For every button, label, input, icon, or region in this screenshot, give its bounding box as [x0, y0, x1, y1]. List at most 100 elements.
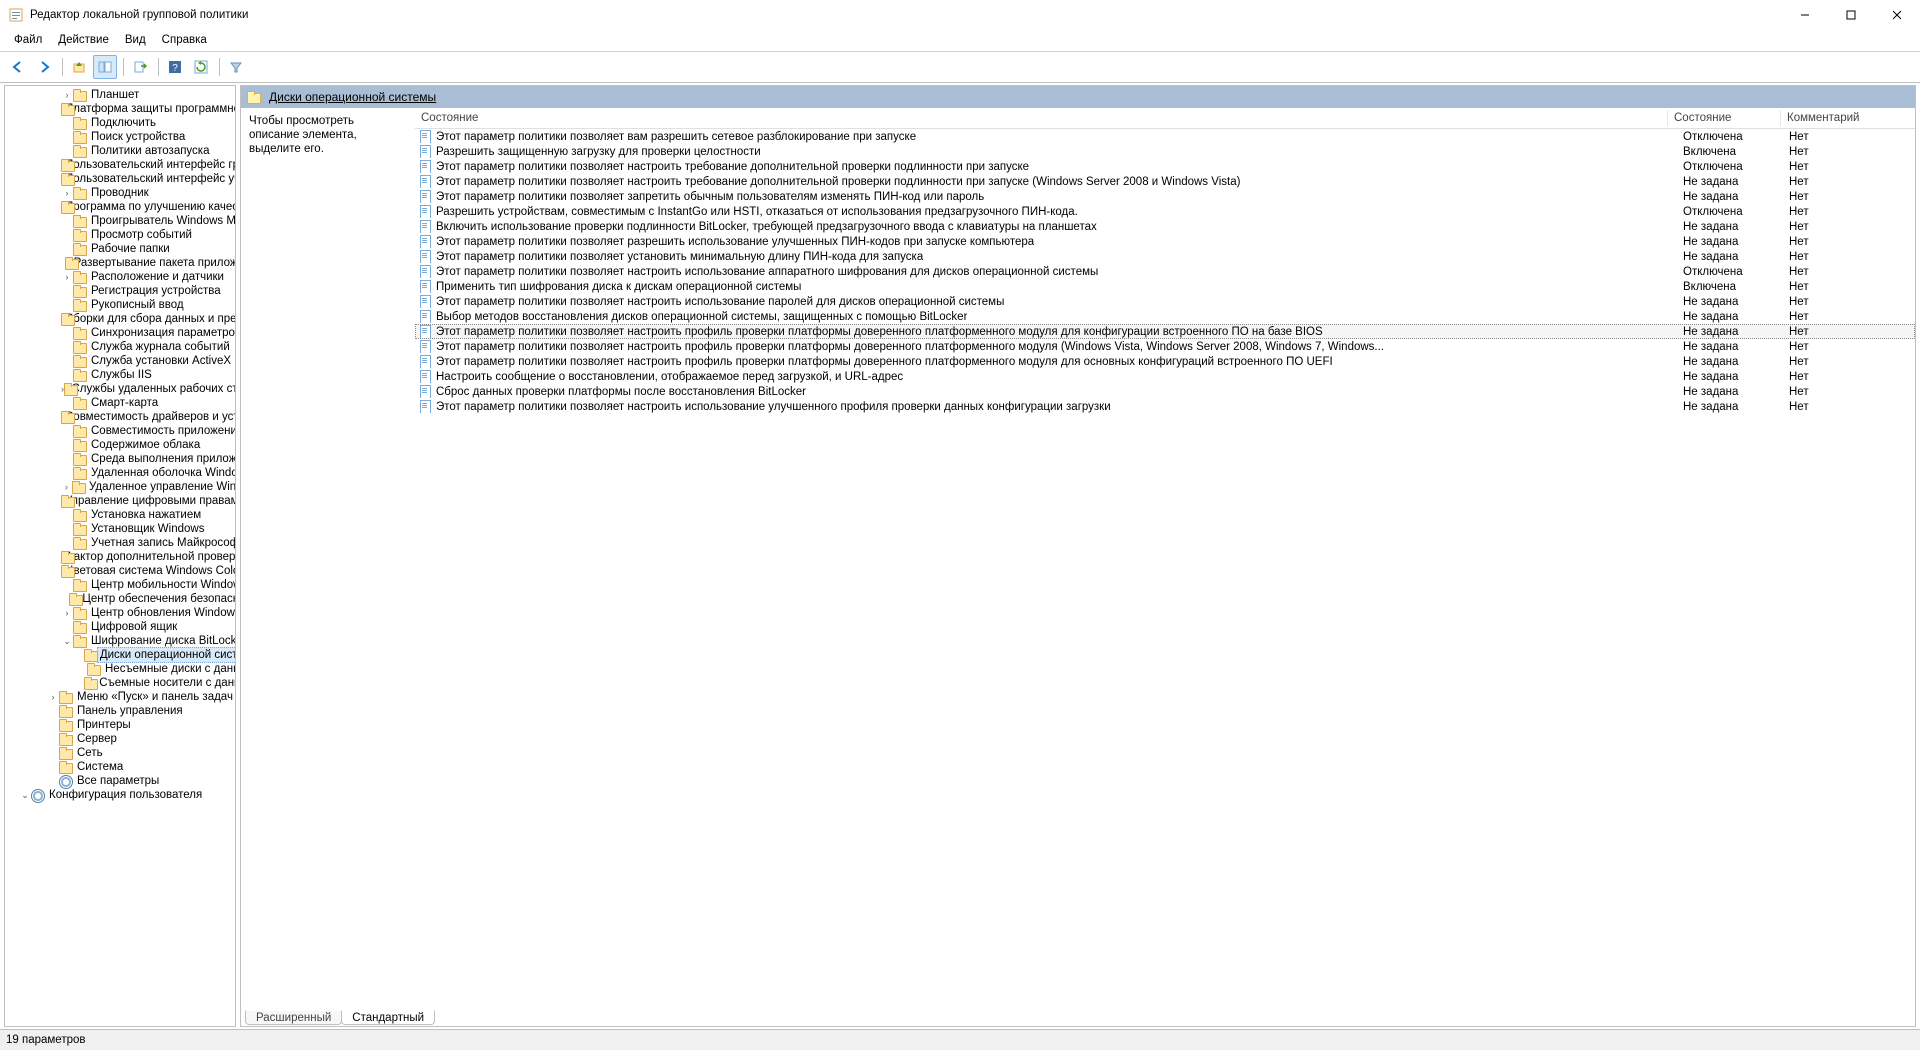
tree-node[interactable]: Служба установки ActiveX — [5, 354, 235, 368]
menu-file[interactable]: Файл — [6, 33, 50, 47]
tree-node[interactable]: Конфигурация пользователя — [5, 788, 235, 802]
tree-node[interactable]: Службы IIS — [5, 368, 235, 382]
tree-node[interactable]: Развертывание пакета приложения — [5, 256, 235, 270]
tree-node[interactable]: Принтеры — [5, 718, 235, 732]
list-row[interactable]: Этот параметр политики позволяет настрои… — [415, 294, 1915, 309]
list-row[interactable]: Разрешить защищенную загрузку для провер… — [415, 144, 1915, 159]
tree-label: Смарт-карта — [89, 396, 158, 410]
tree-node[interactable]: Панель управления — [5, 704, 235, 718]
export-button[interactable] — [128, 55, 152, 79]
chevron-right-icon[interactable] — [61, 270, 73, 284]
list-row[interactable]: Выбор методов восстановления дисков опер… — [415, 309, 1915, 324]
menu-view[interactable]: Вид — [117, 33, 154, 47]
maximize-button[interactable] — [1828, 0, 1874, 30]
tree-node[interactable]: Диски операционной системы — [5, 648, 235, 662]
tree-node[interactable]: Поиск устройства — [5, 130, 235, 144]
col-setting[interactable]: Состояние — [415, 110, 1668, 126]
tree-node[interactable]: Синхронизация параметров — [5, 326, 235, 340]
tree-node[interactable]: Просмотр событий — [5, 228, 235, 242]
tree-node[interactable]: Сервер — [5, 732, 235, 746]
tree-node[interactable]: Несъемные диски с данными — [5, 662, 235, 676]
list-row[interactable]: Этот параметр политики позволяет установ… — [415, 249, 1915, 264]
col-state[interactable]: Состояние — [1668, 110, 1781, 126]
list-row[interactable]: Настроить сообщение о восстановлении, от… — [415, 369, 1915, 384]
close-button[interactable] — [1874, 0, 1920, 30]
tree-node[interactable]: Среда выполнения приложения — [5, 452, 235, 466]
tree-node[interactable]: Службы удаленных рабочих столов — [5, 382, 235, 396]
tree-node[interactable]: Удаленное управление Windows — [5, 480, 235, 494]
tree-node[interactable]: Сборки для сбора данных и предварительны… — [5, 312, 235, 326]
tree-node[interactable]: Политики автозапуска — [5, 144, 235, 158]
menu-help[interactable]: Справка — [154, 33, 215, 47]
tree-node[interactable]: Учетная запись Майкрософт — [5, 536, 235, 550]
chevron-down-icon[interactable] — [19, 788, 31, 802]
list-row[interactable]: Разрешить устройствам, совместимым с Ins… — [415, 204, 1915, 219]
tree-node[interactable]: Платформа защиты программного обеспечени… — [5, 102, 235, 116]
list-row[interactable]: Включить использование проверки подлинно… — [415, 219, 1915, 234]
tree-node[interactable]: Регистрация устройства — [5, 284, 235, 298]
tree-node[interactable]: Управление цифровыми правами Windows Med… — [5, 494, 235, 508]
chevron-right-icon[interactable] — [61, 88, 73, 102]
tree-node[interactable]: Совместимость драйверов и устройств — [5, 410, 235, 424]
tree-node[interactable]: Совместимость приложений — [5, 424, 235, 438]
tree-node[interactable]: Пользовательский интерфейс граничного се… — [5, 158, 235, 172]
tree-node[interactable]: Цветовая система Windows Color System — [5, 564, 235, 578]
col-comment[interactable]: Комментарий — [1781, 110, 1915, 126]
list-row[interactable]: Этот параметр политики позволяет настрои… — [415, 324, 1915, 339]
tree-node[interactable]: Установщик Windows — [5, 522, 235, 536]
tree-node[interactable]: Рабочие папки — [5, 242, 235, 256]
tree-node[interactable]: Сеть — [5, 746, 235, 760]
tree-node[interactable]: Съемные носители с данными — [5, 676, 235, 690]
tree-node[interactable]: Пользовательский интерфейс учетных данны… — [5, 172, 235, 186]
minimize-button[interactable] — [1782, 0, 1828, 30]
tree-node[interactable]: Служба журнала событий — [5, 340, 235, 354]
refresh-button[interactable] — [189, 55, 213, 79]
help-button[interactable]: ? — [163, 55, 187, 79]
folder-icon — [87, 663, 101, 675]
show-tree-button[interactable] — [93, 55, 117, 79]
list-row[interactable]: Этот параметр политики позволяет настрои… — [415, 354, 1915, 369]
tab-standard[interactable]: Стандартный — [341, 1010, 435, 1025]
filter-button[interactable] — [224, 55, 248, 79]
tree-node[interactable]: Цифровой ящик — [5, 620, 235, 634]
list-row[interactable]: Этот параметр политики позволяет настрои… — [415, 399, 1915, 414]
tree-node[interactable]: Программа по улучшению качества ПО — [5, 200, 235, 214]
tree-node[interactable]: Все параметры — [5, 774, 235, 788]
tree-node[interactable]: Меню «Пуск» и панель задач — [5, 690, 235, 704]
tree-node[interactable]: Установка нажатием — [5, 508, 235, 522]
up-button[interactable] — [67, 55, 91, 79]
tree-node[interactable]: Расположение и датчики — [5, 270, 235, 284]
list-row[interactable]: Этот параметр политики позволяет настрои… — [415, 159, 1915, 174]
chevron-right-icon[interactable] — [61, 480, 72, 494]
list-row[interactable]: Этот параметр политики позволяет вам раз… — [415, 129, 1915, 144]
tree-node[interactable]: Центр мобильности Windows — [5, 578, 235, 592]
tree-node[interactable]: Фактор дополнительной проверки подлиннос… — [5, 550, 235, 564]
tree-node[interactable]: Рукописный ввод — [5, 298, 235, 312]
tree-node[interactable]: Подключить — [5, 116, 235, 130]
list-row[interactable]: Этот параметр политики позволяет запрети… — [415, 189, 1915, 204]
tree-node[interactable]: Центр обновления Windows — [5, 606, 235, 620]
chevron-right-icon[interactable] — [61, 186, 73, 200]
forward-button[interactable] — [32, 55, 56, 79]
tree-node[interactable]: Смарт-карта — [5, 396, 235, 410]
chevron-right-icon[interactable] — [47, 690, 59, 704]
tree-node[interactable]: Проигрыватель Windows Media — [5, 214, 235, 228]
tree-node[interactable]: Шифрование диска BitLocker — [5, 634, 235, 648]
list-row[interactable]: Применить тип шифрования диска к дискам … — [415, 279, 1915, 294]
tree-node[interactable]: Планшет — [5, 88, 235, 102]
chevron-right-icon[interactable] — [61, 606, 73, 620]
chevron-down-icon[interactable] — [61, 634, 73, 648]
list-row[interactable]: Этот параметр политики позволяет настрои… — [415, 174, 1915, 189]
list-row[interactable]: Этот параметр политики позволяет настрои… — [415, 339, 1915, 354]
back-button[interactable] — [6, 55, 30, 79]
list-row[interactable]: Этот параметр политики позволяет разреши… — [415, 234, 1915, 249]
tab-extended[interactable]: Расширенный — [245, 1010, 342, 1025]
tree-node[interactable]: Содержимое облака — [5, 438, 235, 452]
list-row[interactable]: Сброс данных проверки платформы после во… — [415, 384, 1915, 399]
menu-action[interactable]: Действие — [50, 33, 117, 47]
tree-node[interactable]: Удаленная оболочка Windows — [5, 466, 235, 480]
tree-node[interactable]: Центр обеспечения безопасности — [5, 592, 235, 606]
tree-node[interactable]: Система — [5, 760, 235, 774]
list-row[interactable]: Этот параметр политики позволяет настрои… — [415, 264, 1915, 279]
tree-node[interactable]: Проводник — [5, 186, 235, 200]
